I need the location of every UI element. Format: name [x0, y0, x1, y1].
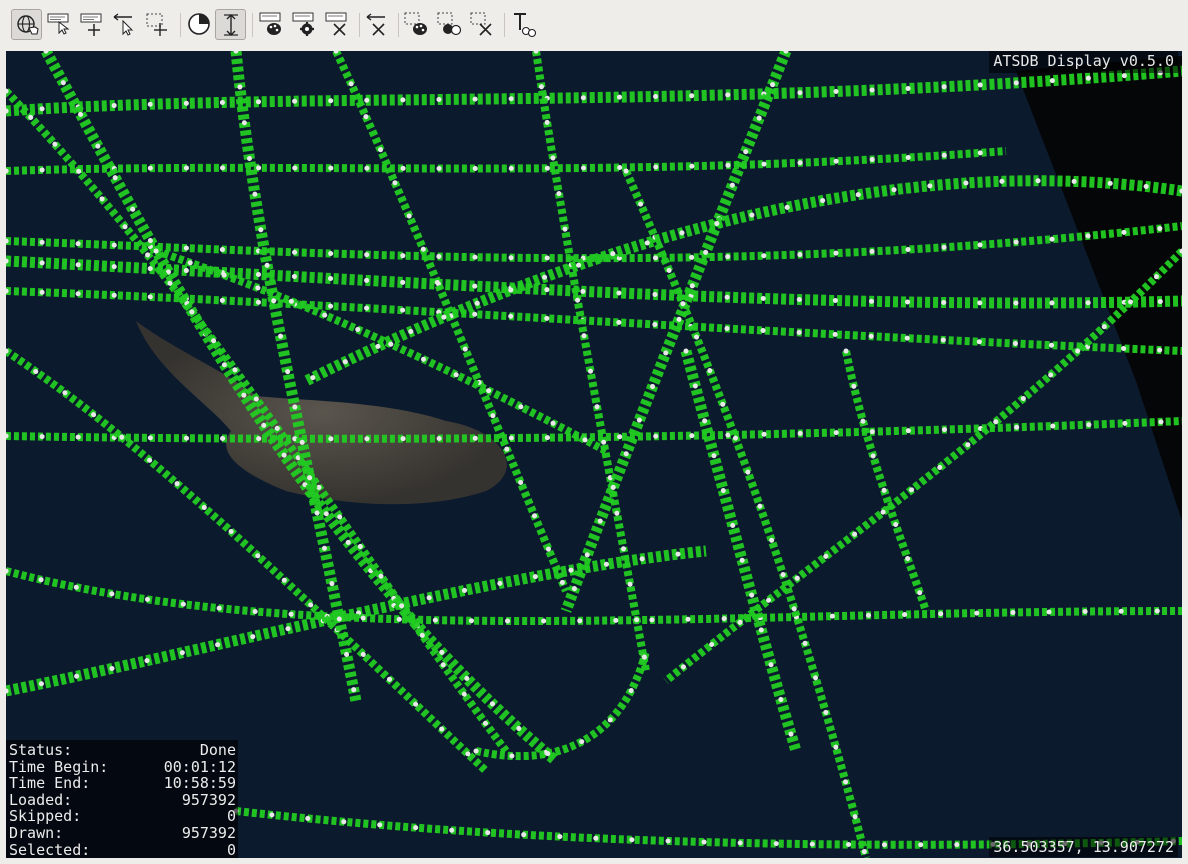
drawn-label: Drawn:	[9, 823, 64, 842]
sel-settings-button[interactable]	[435, 9, 466, 40]
toolbar-separator	[398, 13, 399, 37]
clock-icon	[188, 13, 210, 35]
clock-button[interactable]	[184, 9, 215, 40]
style-palette-button[interactable]	[257, 9, 288, 40]
selection-palette-icon	[404, 12, 427, 35]
clear-icon	[325, 12, 347, 36]
add-point-icon	[80, 13, 102, 36]
cursor-coordinates: 36.503357, 13.907272	[989, 837, 1178, 857]
height-button[interactable]	[215, 9, 246, 40]
status-label: Status:	[9, 741, 73, 759]
sel-palette-button[interactable]	[402, 9, 433, 40]
globe-hand-icon	[17, 15, 39, 35]
time-end-value: 10:58:59	[163, 774, 236, 793]
loaded-value: 957392	[181, 790, 236, 809]
selection-clear-icon	[470, 12, 492, 36]
add-point-button[interactable]	[78, 9, 109, 40]
time-end-label: Time End:	[9, 774, 91, 793]
select-point-icon	[47, 13, 70, 35]
select-arrow-button[interactable]	[110, 9, 141, 40]
status-row-skipped: Skipped: 0	[9, 808, 238, 825]
arrow-cursor-icon	[113, 13, 134, 36]
selected-value: 0	[226, 840, 236, 858]
skipped-label: Skipped:	[9, 807, 82, 826]
style-settings-button[interactable]	[290, 9, 321, 40]
skipped-value: 0	[226, 807, 236, 826]
track-map[interactable]	[6, 51, 1182, 858]
navigate-button[interactable]	[11, 9, 42, 40]
status-row-time-begin: Time Begin: 00:01:12	[9, 757, 238, 776]
toolbar-separator	[359, 13, 360, 37]
time-begin-value: 00:01:12	[163, 757, 236, 776]
status-row-loaded: Loaded: 957392	[9, 792, 238, 809]
toolbar-separator	[252, 13, 253, 37]
toolbar-separator	[504, 13, 505, 37]
status-value: Done	[199, 741, 236, 759]
palette-icon	[259, 12, 281, 35]
status-row-time-end: Time End: 10:58:59	[9, 775, 238, 792]
deselect-icon	[366, 13, 385, 36]
select-rect-button[interactable]	[143, 9, 174, 40]
height-scale-icon	[224, 14, 238, 36]
status-panel: Status: Done Time Begin: 00:01:12 Time E…	[6, 740, 238, 858]
gear-icon	[292, 12, 314, 36]
label-button[interactable]	[509, 9, 540, 40]
deselect-button[interactable]	[363, 9, 394, 40]
time-begin-label: Time Begin:	[9, 757, 109, 776]
status-row-drawn: Drawn: 957392	[9, 825, 238, 842]
selection-settings-icon	[437, 12, 462, 36]
map-viewport[interactable]: ATSDB Display v0.5.0 Status: Done Time B…	[6, 51, 1182, 858]
version-label: ATSDB Display v0.5.0	[989, 51, 1178, 73]
status-row-selected: Selected: 0	[9, 840, 238, 858]
select-point-button[interactable]	[45, 9, 76, 40]
selected-label: Selected:	[9, 840, 91, 858]
sel-clear-button[interactable]	[468, 9, 499, 40]
status-row-status: Status: Done	[9, 742, 238, 759]
style-clear-button[interactable]	[323, 9, 354, 40]
toolbar	[0, 0, 1188, 50]
loaded-label: Loaded:	[9, 790, 73, 809]
drawn-value: 957392	[181, 823, 236, 842]
rect-select-icon	[146, 13, 167, 36]
label-tool-icon	[514, 13, 537, 38]
toolbar-separator	[180, 13, 181, 37]
